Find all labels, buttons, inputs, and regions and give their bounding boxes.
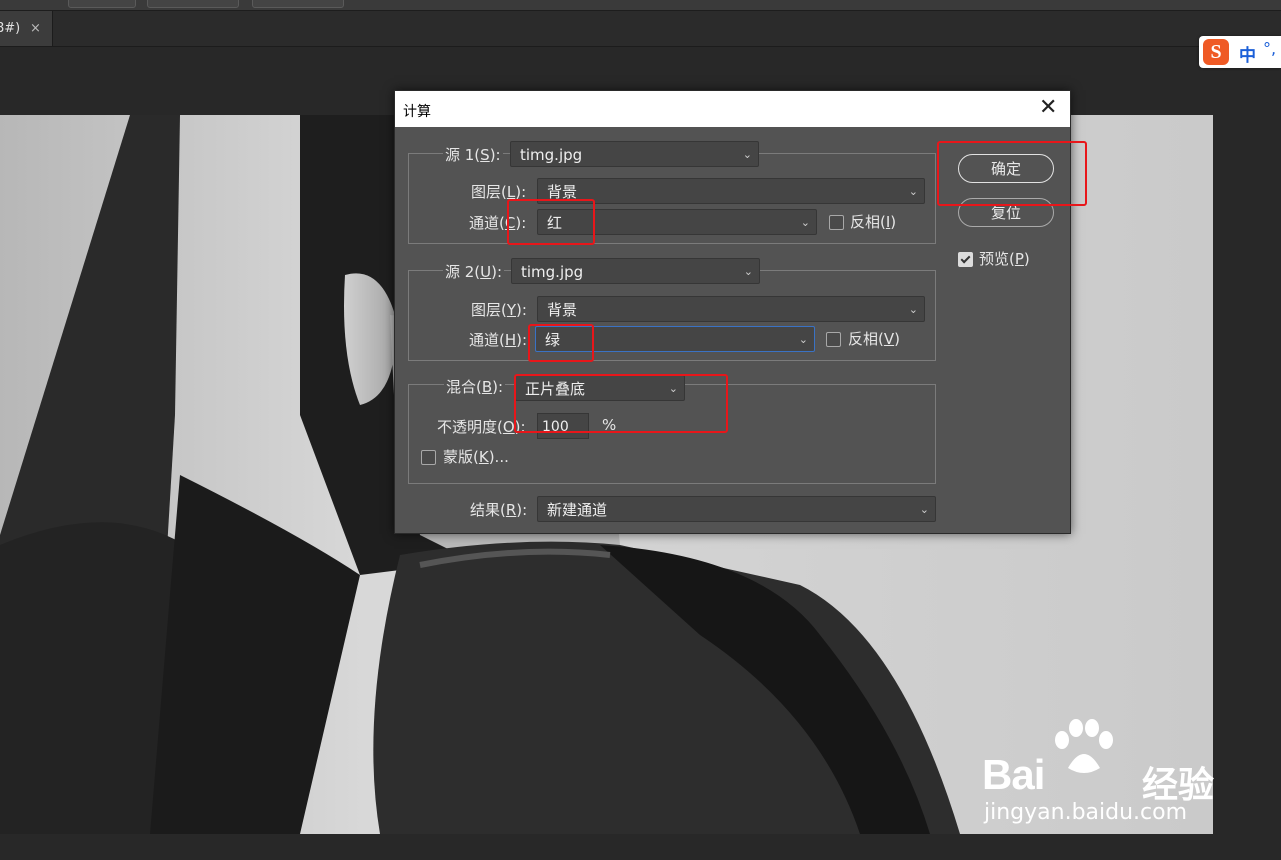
- source1-layer-select[interactable]: 背景 ⌄: [537, 178, 925, 204]
- close-icon[interactable]: ×: [30, 11, 41, 46]
- baidu-watermark: Bai 经验 jingyan.baidu.com: [982, 719, 1222, 838]
- opacity-label: 不透明度(O):: [437, 418, 526, 436]
- source2-channel-label: 通道(H):: [469, 331, 528, 349]
- opacity-unit: %: [602, 416, 617, 434]
- source2-label: 源 2(U):: [443, 261, 505, 282]
- opacity-input[interactable]: 100: [537, 413, 589, 439]
- blending-label: 混合(B):: [444, 376, 506, 397]
- chevron-down-icon: ⌄: [908, 185, 918, 198]
- top-toolbar: [0, 0, 1281, 11]
- chevron-down-icon: ⌄: [742, 148, 752, 161]
- source1-layer-label: 图层(L):: [471, 183, 527, 201]
- preview-checkbox[interactable]: [958, 252, 973, 267]
- dialog-titlebar: 计算 ✕: [395, 91, 1070, 127]
- ime-toolbar[interactable]: S 中 °,: [1199, 36, 1281, 68]
- toolbar-button[interactable]: [147, 0, 239, 8]
- source2-layer-select[interactable]: 背景 ⌄: [537, 296, 925, 322]
- watermark-url: jingyan.baidu.com: [984, 800, 1188, 825]
- source1-invert-label[interactable]: 反相(I): [850, 211, 896, 232]
- source1-channel-select[interactable]: 红 ⌄: [537, 209, 817, 235]
- source1-label: 源 1(S):: [443, 144, 503, 165]
- blending-mode-select[interactable]: 正片叠底 ⌄: [515, 375, 685, 401]
- ok-button[interactable]: 确定: [958, 154, 1054, 183]
- mask-checkbox[interactable]: [421, 450, 436, 465]
- result-label: 结果(R):: [470, 501, 528, 519]
- dialog-title: 计算: [403, 104, 431, 120]
- chevron-down-icon: ⌄: [800, 216, 810, 229]
- source1-invert-checkbox[interactable]: [829, 215, 844, 230]
- source2-invert-label[interactable]: 反相(V): [848, 328, 900, 349]
- source2-channel-select[interactable]: 绿 ⌄: [535, 326, 815, 352]
- source2-invert-checkbox[interactable]: [826, 332, 841, 347]
- paw-logo-icon: [1055, 719, 1113, 773]
- source1-channel-label: 通道(C):: [469, 214, 527, 232]
- chevron-down-icon: ⌄: [919, 503, 929, 516]
- calculations-dialog: 计算 ✕ 源 1(S): timg.jpg ⌄ 图层(L): 背景 ⌄ 通道(C):…: [394, 90, 1071, 534]
- chevron-down-icon: ⌄: [743, 265, 753, 278]
- result-select[interactable]: 新建通道 ⌄: [537, 496, 936, 522]
- preview-label[interactable]: 预览(P): [979, 248, 1030, 269]
- document-tab-bar: 8#) ×: [0, 11, 1281, 47]
- source1-file-select[interactable]: timg.jpg ⌄: [510, 141, 759, 167]
- ime-mode-indicator[interactable]: 中: [1239, 41, 1256, 66]
- sogou-logo-icon: S: [1203, 39, 1229, 65]
- chevron-down-icon: ⌄: [668, 382, 678, 395]
- mask-label[interactable]: 蒙版(K)...: [443, 446, 509, 467]
- toolbar-button[interactable]: [252, 0, 344, 8]
- document-tab[interactable]: 8#) ×: [0, 11, 53, 46]
- source2-layer-label: 图层(Y):: [471, 301, 527, 319]
- source2-file-select[interactable]: timg.jpg ⌄: [511, 258, 760, 284]
- chevron-down-icon: ⌄: [798, 333, 808, 346]
- document-tab-title: 8#): [0, 21, 21, 36]
- close-icon[interactable]: ✕: [1039, 96, 1057, 120]
- reset-button[interactable]: 复位: [958, 198, 1054, 227]
- ime-punctuation-indicator[interactable]: °,: [1263, 39, 1276, 58]
- baidu-brand: Bai: [982, 751, 1045, 798]
- toolbar-button[interactable]: [68, 0, 136, 8]
- chevron-down-icon: ⌄: [908, 303, 918, 316]
